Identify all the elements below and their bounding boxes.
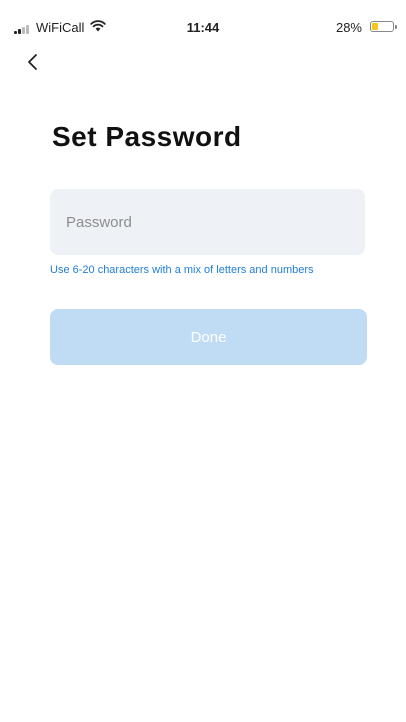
battery-percentage: 28%	[335, 20, 362, 35]
battery-icon	[370, 21, 397, 32]
page-title: Set Password	[52, 121, 242, 152]
battery-level	[372, 23, 378, 30]
back-button[interactable]	[20, 50, 50, 74]
password-hint: Use 6-20 characters with a mix of letter…	[50, 264, 314, 276]
status-bar: WiFiCall 11:44 28%	[0, 0, 406, 40]
battery-nub	[395, 25, 397, 29]
done-button[interactable]: Done	[50, 309, 367, 365]
chevron-left-icon	[28, 54, 37, 70]
password-field[interactable]	[50, 189, 365, 255]
